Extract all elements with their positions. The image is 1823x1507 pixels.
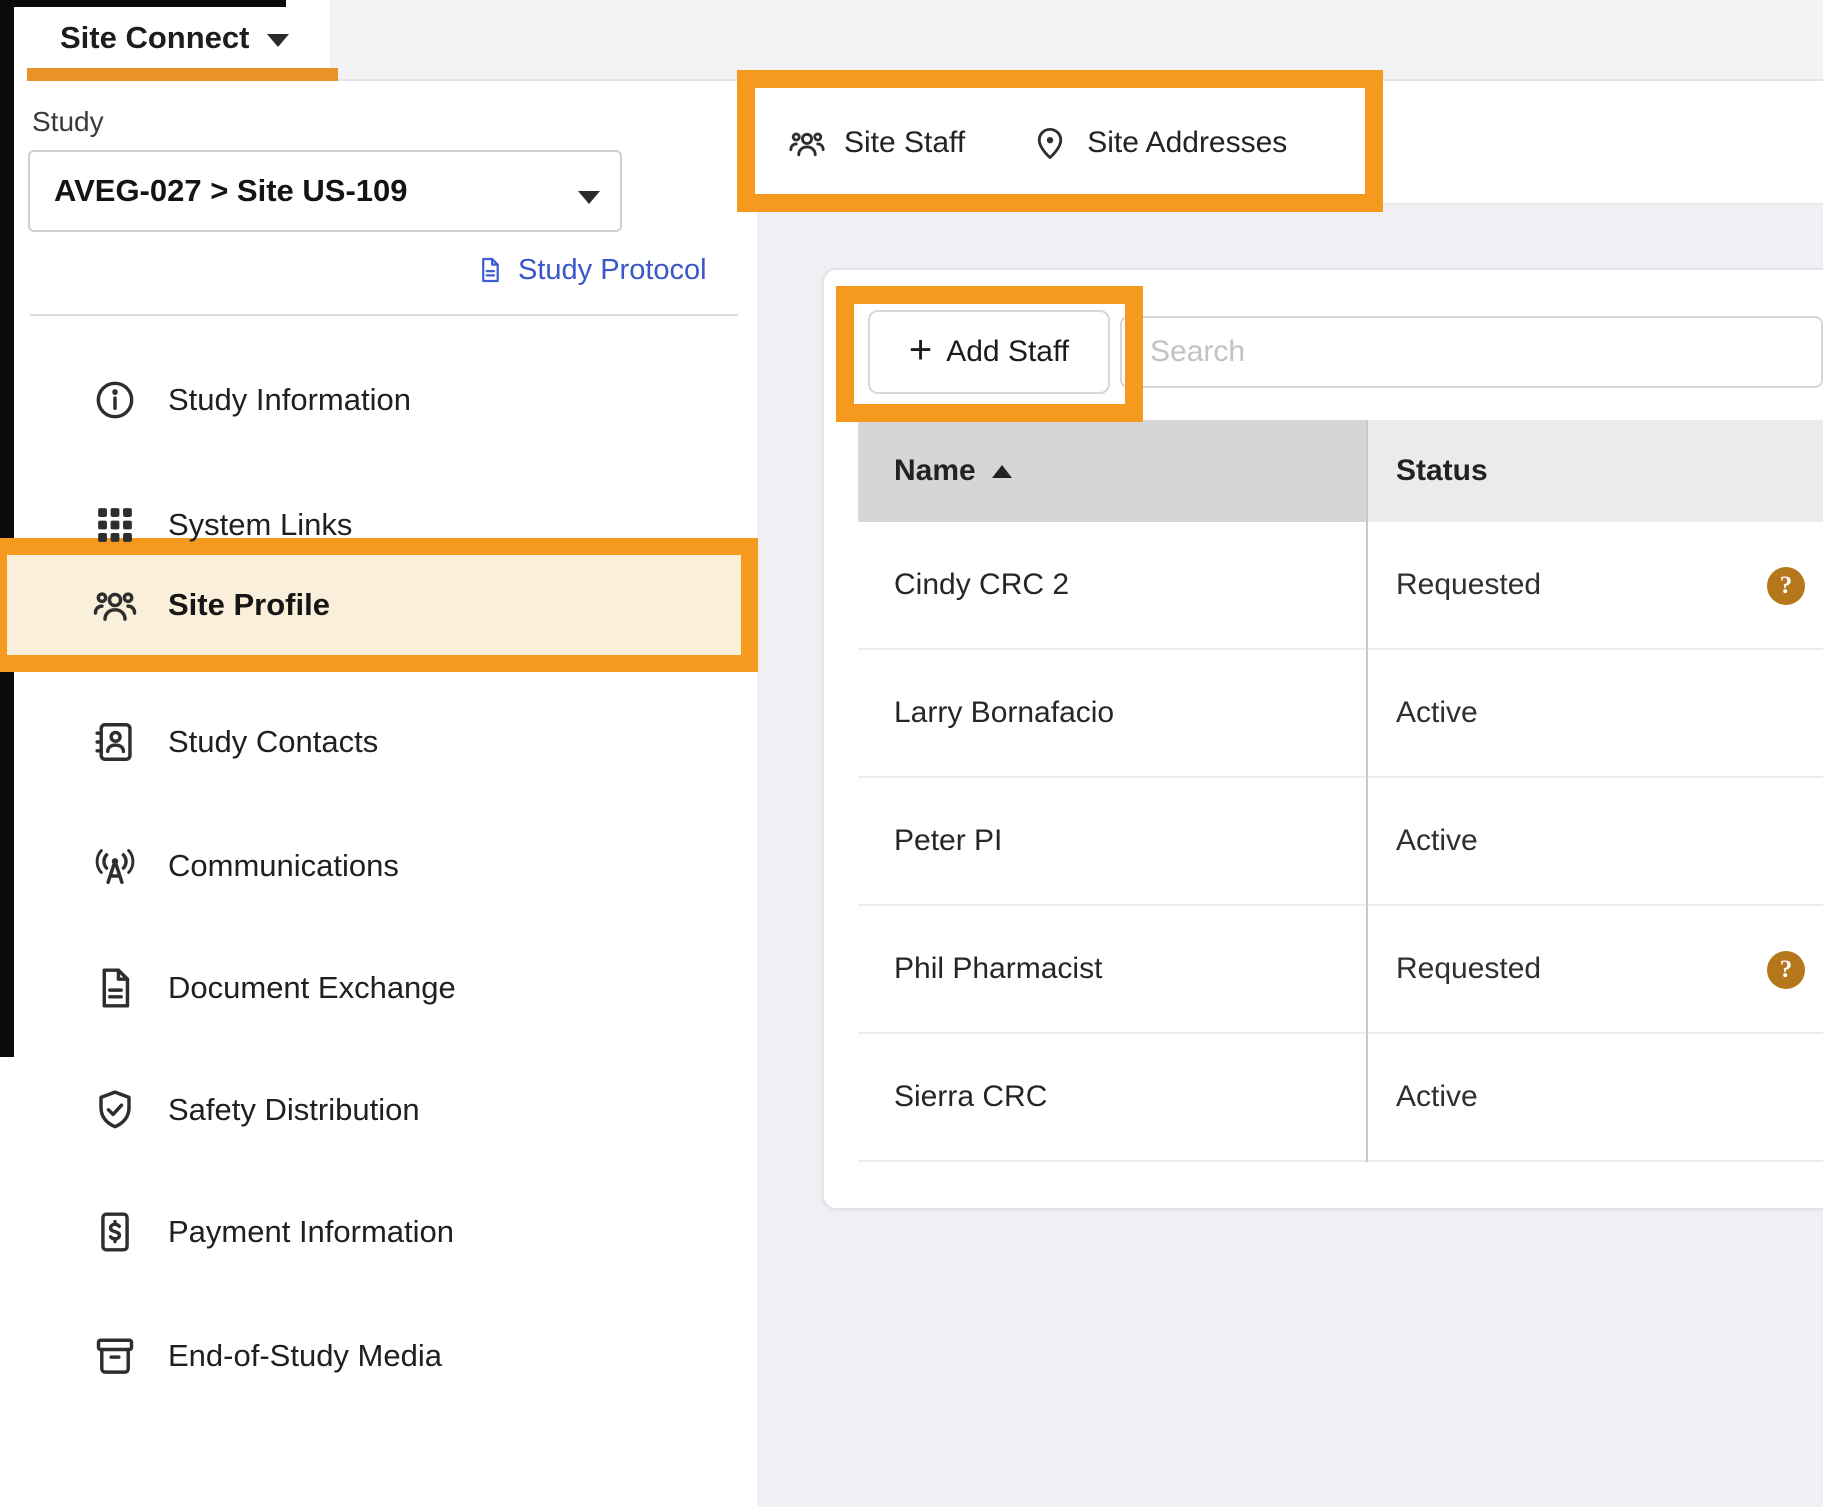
antenna-icon [92,843,138,889]
sidebar-item-end-of-study-media[interactable]: End-of-Study Media [92,1306,442,1406]
column-divider [1366,420,1368,1162]
study-selector[interactable]: AVEG-027 > Site US-109 [28,150,622,232]
pin-icon [1031,124,1069,162]
document-icon [476,252,504,288]
window-edge-strip-left [0,0,14,1057]
staff-status: Active [1366,778,1823,904]
sidebar-item-safety-distribution[interactable]: Safety Distribution [92,1060,420,1160]
tab-label: Site Staff [844,126,965,160]
sidebar-item-payment-information[interactable]: Payment Information [92,1182,454,1282]
staff-table-body: Cindy CRC 2RequestedLarry BornafacioActi… [858,522,1823,1162]
sidebar-item-label: Study Information [168,382,411,418]
column-header-name[interactable]: Name [858,420,1366,522]
staff-name: Sierra CRC [858,1034,1366,1160]
table-row[interactable]: Peter PIActive [858,778,1823,906]
staff-name: Cindy CRC 2 [858,522,1366,648]
study-protocol-label: Study Protocol [518,254,707,287]
help-icon[interactable] [1767,951,1805,989]
sidebar-item-label: Payment Information [168,1214,454,1250]
window-edge-strip-top [0,0,286,7]
help-icon[interactable] [1767,567,1805,605]
staff-name: Larry Bornafacio [858,650,1366,776]
sidebar-item-communications[interactable]: Communications [92,816,399,916]
study-protocol-link[interactable]: Study Protocol [476,250,707,290]
active-tab-underline [27,68,338,81]
sidebar-divider [30,314,738,316]
people-icon [788,124,826,162]
sidebar-item-label: Document Exchange [168,970,456,1006]
tab-site-staff[interactable]: Site Staff [788,124,965,162]
table-row[interactable]: Cindy CRC 2Requested [858,522,1823,650]
add-staff-label: Add Staff [946,335,1069,369]
column-header-status[interactable]: Status [1368,420,1823,522]
study-selector-value: AVEG-027 > Site US-109 [54,173,408,209]
info-icon [92,377,138,423]
sidebar-item-label: Communications [168,848,399,884]
tab-label: Site Addresses [1087,126,1287,160]
chevron-down-icon [578,191,600,204]
table-row[interactable]: Phil PharmacistRequested [858,906,1823,1034]
sidebar-item-label: Safety Distribution [168,1092,420,1128]
staff-status: Requested [1366,522,1823,648]
plus-icon [909,334,932,370]
staff-status: Active [1366,650,1823,776]
document-icon [92,965,138,1011]
site-connect-label: Site Connect [60,20,249,56]
sidebar-item-study-information[interactable]: Study Information [92,350,411,450]
sidebar-item-label: System Links [168,507,352,543]
table-row[interactable]: Larry BornafacioActive [858,650,1823,778]
sidebar-item-label: Study Contacts [168,724,378,760]
sidebar-item-label: Site Profile [168,587,330,623]
payment-icon [92,1209,138,1255]
shield-check-icon [92,1087,138,1133]
column-label: Name [894,454,976,488]
staff-name: Peter PI [858,778,1366,904]
column-label: Status [1396,454,1488,488]
sidebar-item-study-contacts[interactable]: Study Contacts [92,692,378,792]
tab-site-addresses[interactable]: Site Addresses [1031,124,1287,162]
add-staff-button[interactable]: Add Staff [868,310,1110,394]
study-field-label: Study [32,106,104,138]
grid-icon [92,502,138,548]
search-input[interactable] [1120,316,1823,388]
staff-name: Phil Pharmacist [858,906,1366,1032]
people-icon [92,582,138,628]
staff-status: Active [1366,1034,1823,1160]
sidebar-item-document-exchange[interactable]: Document Exchange [92,938,456,1038]
table-row[interactable]: Sierra CRCActive [858,1034,1823,1162]
content-tabs: Site Staff Site Addresses [788,81,1287,205]
archive-icon [92,1333,138,1379]
sidebar-item-site-profile[interactable]: Site Profile [92,555,330,655]
tab-site-connect[interactable]: Site Connect [14,7,330,68]
chevron-down-icon [267,34,289,47]
sort-ascending-icon [992,465,1012,478]
contact-card-icon [92,719,138,765]
top-bar-background [330,0,1823,81]
sidebar-item-label: End-of-Study Media [168,1338,442,1374]
staff-status: Requested [1366,906,1823,1032]
